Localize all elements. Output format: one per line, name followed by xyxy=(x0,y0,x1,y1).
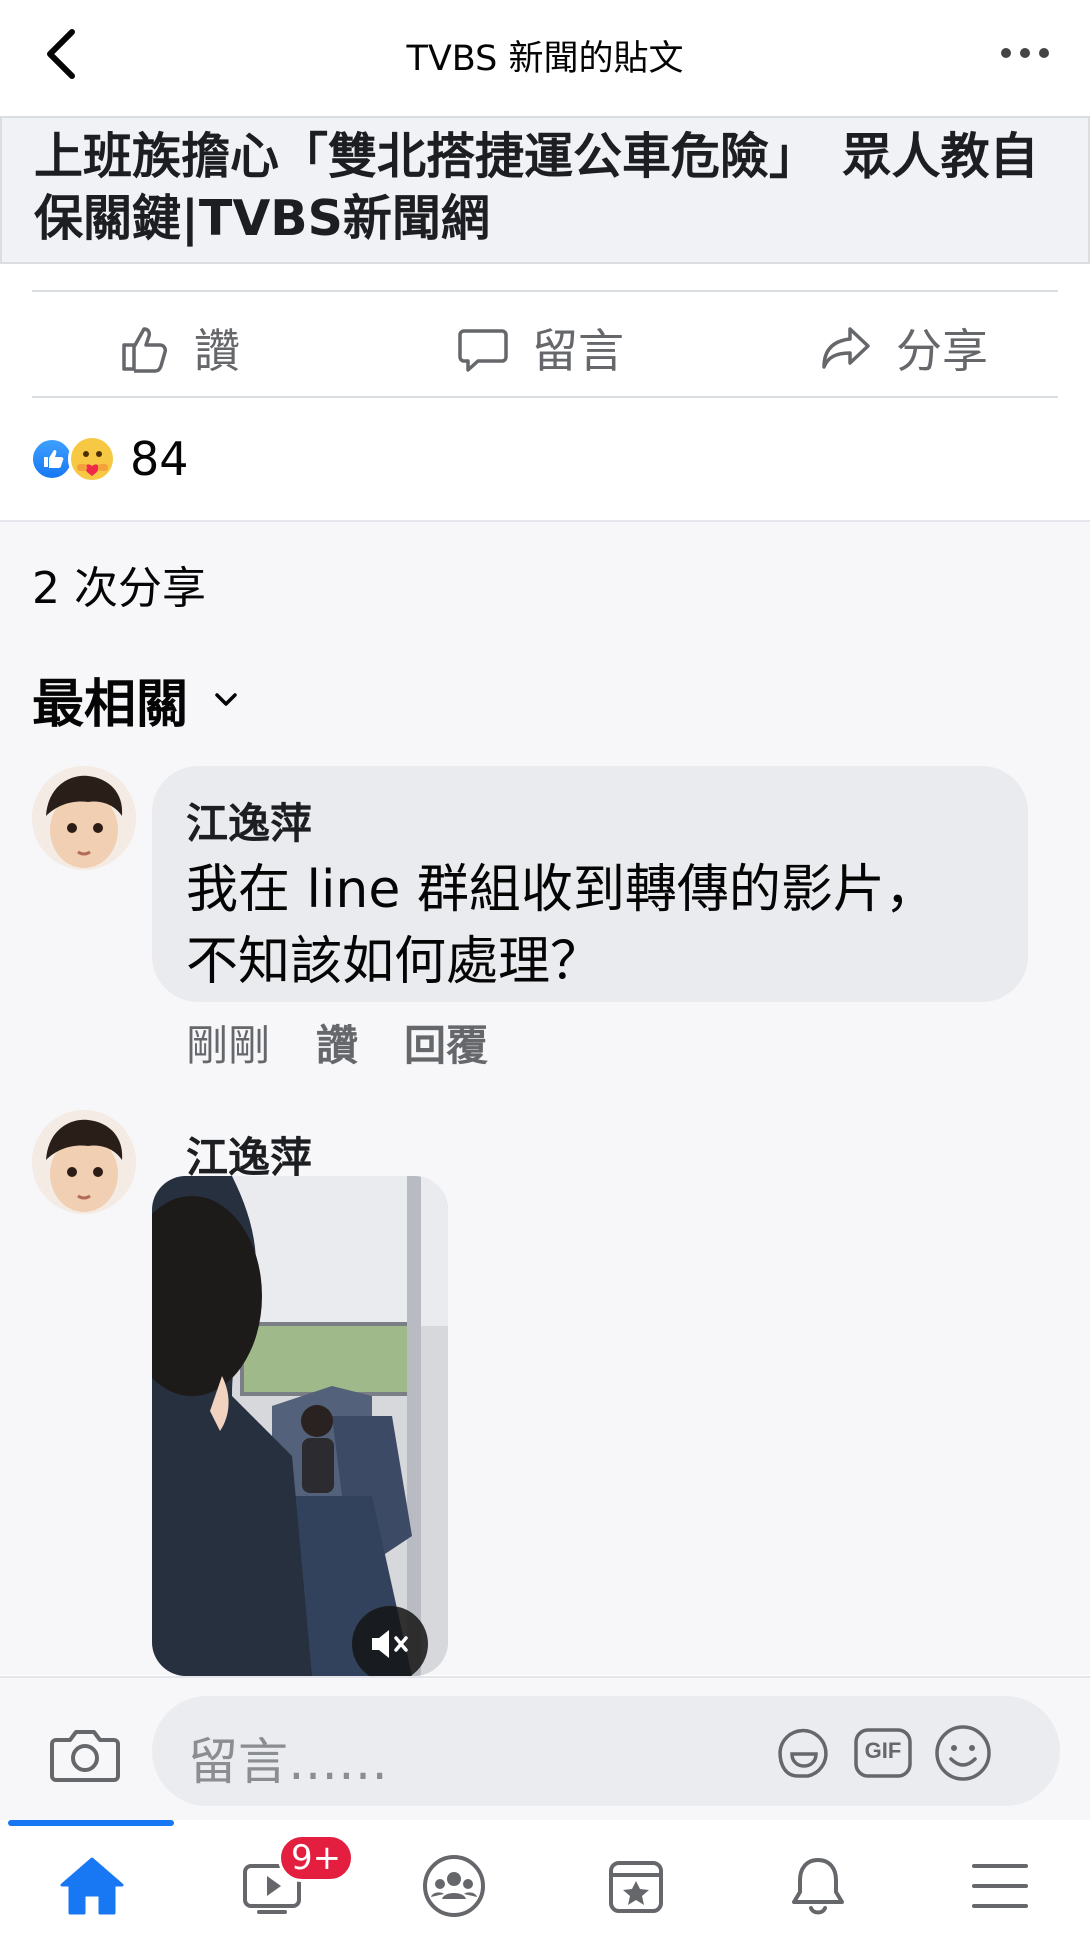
care-reaction-icon xyxy=(68,435,116,483)
sticker-button[interactable] xyxy=(772,1722,834,1784)
camera-icon xyxy=(50,1730,120,1782)
watch-notification-badge: 9+ xyxy=(278,1834,355,1882)
like-label: 讚 xyxy=(194,324,240,378)
active-tab-indicator xyxy=(8,1820,174,1826)
camera-button[interactable] xyxy=(50,1726,120,1784)
divider xyxy=(32,290,1058,292)
chevron-down-icon xyxy=(215,692,237,706)
link-preview-title: 上班族擔心「雙北搭捷運公車危險」 眾人教自保關鍵|TVBS新聞網 xyxy=(34,128,1039,247)
pages-icon xyxy=(609,1861,663,1913)
tab-pages[interactable] xyxy=(596,1846,676,1926)
comment-composer: 留言…… GIF xyxy=(0,1676,1090,1820)
video-thumbnail xyxy=(152,1176,448,1676)
comment-like-button[interactable]: 讚 xyxy=(316,1012,358,1073)
gif-label: GIF xyxy=(864,1738,902,1763)
reaction-count: 84 xyxy=(130,432,189,486)
top-bar: TVBS 新聞的貼文 xyxy=(0,0,1090,108)
more-options-button[interactable] xyxy=(1000,40,1050,66)
thumbs-up-icon xyxy=(122,327,167,373)
comment-reply-button[interactable]: 回覆 xyxy=(404,1012,488,1073)
tab-groups[interactable] xyxy=(414,1846,494,1926)
comment-text-line: 不知該如何處理？ xyxy=(186,932,603,992)
tab-home[interactable] xyxy=(52,1846,132,1926)
sticker-icon xyxy=(778,1728,828,1778)
bottom-tab-bar xyxy=(0,1820,1090,1938)
reactions-summary[interactable]: 84 xyxy=(30,432,189,486)
comment-actions: 剛剛 讚 回覆 xyxy=(186,1012,488,1073)
comment-sort-dropdown[interactable]: 最相關 xyxy=(32,662,238,737)
gif-button[interactable]: GIF xyxy=(852,1722,914,1784)
comment-timestamp: 剛剛 xyxy=(186,1021,271,1070)
sort-label: 最相關 xyxy=(32,675,189,735)
avatar[interactable] xyxy=(32,766,136,870)
more-horizontal-icon xyxy=(1001,48,1049,58)
share-label: 分享 xyxy=(896,324,988,378)
bell-icon xyxy=(792,1858,844,1915)
comment-text-line: 我在 line 群組收到轉傳的影片， xyxy=(186,860,937,920)
comment-input-placeholder: 留言…… xyxy=(188,1733,388,1791)
groups-icon xyxy=(423,1855,485,1917)
like-button[interactable]: 讚 xyxy=(120,300,240,396)
comment-bubble-icon xyxy=(458,329,508,372)
comment-label: 留言 xyxy=(532,324,624,378)
menu-icon xyxy=(972,1864,1028,1908)
home-icon xyxy=(60,1857,124,1915)
emoji-button[interactable] xyxy=(932,1722,994,1784)
comment-text: 我在 line 群組收到轉傳的影片， 不知該如何處理？ xyxy=(186,854,1006,998)
smiley-icon xyxy=(935,1725,991,1781)
comment-bubble: 江逸萍 我在 line 群組收到轉傳的影片， 不知該如何處理？ xyxy=(152,766,1028,1002)
divider xyxy=(32,396,1058,398)
share-arrow-icon xyxy=(822,327,870,369)
share-button[interactable]: 分享 xyxy=(820,300,988,396)
mute-button[interactable] xyxy=(352,1606,428,1676)
comment-button[interactable]: 留言 xyxy=(458,300,624,396)
avatar[interactable] xyxy=(32,1110,136,1214)
link-preview-card[interactable]: 上班族擔心「雙北搭捷運公車危險」 眾人教自保關鍵|TVBS新聞網 xyxy=(0,116,1090,264)
tab-notifications[interactable] xyxy=(778,1846,858,1926)
tab-menu[interactable] xyxy=(960,1846,1040,1926)
comment-author[interactable]: 江逸萍 xyxy=(186,790,312,851)
page-title: TVBS 新聞的貼文 xyxy=(406,39,684,79)
comment-input[interactable]: 留言…… GIF xyxy=(152,1696,1060,1806)
shares-count[interactable]: 2 次分享 xyxy=(32,552,206,616)
speaker-muted-icon xyxy=(372,1630,408,1658)
comment-video-attachment[interactable] xyxy=(152,1176,448,1676)
